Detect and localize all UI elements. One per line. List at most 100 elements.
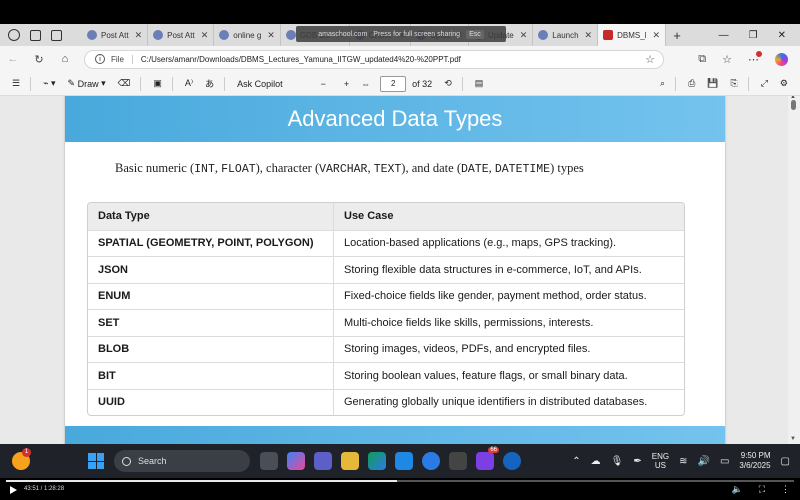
read-aloud-icon[interactable]: A⁾	[185, 78, 193, 89]
maximize-icon[interactable]: ❐	[749, 30, 758, 41]
fit-page-icon[interactable]: ⇔	[361, 79, 370, 89]
close-window-icon[interactable]: ✕	[778, 30, 786, 41]
copilot-app-icon[interactable]	[287, 452, 305, 470]
tab-favicon-icon	[538, 30, 549, 40]
toolbar-divider	[675, 76, 677, 91]
app-icon[interactable]: 66	[476, 447, 499, 470]
text-box-icon[interactable]: ▣	[153, 78, 162, 89]
fullscreen-icon[interactable]: ⛶	[759, 484, 765, 495]
home-icon[interactable]: ⌂	[52, 53, 78, 65]
volume-icon[interactable]: 🔈	[731, 484, 742, 495]
info-icon[interactable]: i	[95, 54, 105, 64]
taskbar-apps: 66	[260, 447, 521, 470]
tab-actions-icon[interactable]	[51, 29, 62, 41]
app-icon[interactable]	[503, 452, 521, 470]
print-icon[interactable]: ⎙	[688, 78, 695, 89]
browser-tab[interactable]: online g ✕	[214, 24, 281, 46]
notifications-icon[interactable]: ▢	[781, 456, 790, 467]
tab-close-icon[interactable]: ✕	[520, 30, 528, 41]
app-icon[interactable]	[449, 452, 467, 470]
save-as-icon[interactable]: ⎘	[731, 78, 738, 89]
subtitle-code: TEXT	[373, 163, 402, 176]
battery-icon[interactable]: ▭	[720, 456, 729, 467]
tab-label: Post Att	[167, 30, 195, 40]
search-icon[interactable]: ⌕	[660, 78, 665, 89]
fullscreen-icon[interactable]: ⤢	[761, 78, 768, 89]
video-progress-bar[interactable]	[6, 480, 794, 482]
table-row: BLOB Storing images, videos, PDFs, and en…	[88, 335, 684, 362]
tab-close-icon[interactable]: ✕	[201, 30, 209, 41]
screen-share-overlay: amaschool.com Press for full screen shar…	[296, 26, 506, 42]
teams-icon[interactable]	[314, 452, 332, 470]
tab-close-icon[interactable]: ✕	[267, 30, 275, 41]
data-type-cell: BIT	[88, 363, 334, 389]
pen-icon[interactable]: ✒	[633, 456, 641, 467]
zoom-in-button[interactable]: +	[344, 79, 349, 89]
highlight-icon[interactable]: ⌁ ▾	[43, 78, 55, 89]
clock[interactable]: 9:50 PM 3/6/2025	[739, 451, 770, 471]
toolbar-divider	[140, 76, 142, 91]
taskbar-search[interactable]: Search	[114, 450, 250, 472]
more-options-icon[interactable]: ⋮	[781, 484, 790, 495]
more-menu-icon[interactable]: ⋯	[748, 50, 762, 66]
volume-icon[interactable]: 🔊	[698, 456, 710, 467]
use-case-cell: Storing images, videos, PDFs, and encryp…	[344, 343, 591, 356]
tab-label: online g	[233, 30, 262, 40]
video-progress-fill	[6, 480, 397, 482]
wifi-icon[interactable]: ≋	[679, 456, 687, 467]
refresh-icon[interactable]: ↻	[26, 53, 52, 66]
back-icon[interactable]: ←	[0, 53, 26, 65]
settings-gear-icon[interactable]: ⚙	[780, 78, 788, 89]
language-indicator[interactable]: ENG US	[652, 452, 669, 470]
play-icon[interactable]	[10, 486, 17, 494]
app-icon[interactable]	[422, 452, 440, 470]
eraser-icon[interactable]: ⌫	[118, 78, 131, 89]
url-text[interactable]: C:/Users/amanr/Downloads/DBMS_Lectures_Y…	[141, 55, 461, 64]
scroll-down-icon[interactable]: ▼	[790, 436, 796, 442]
microphone-icon[interactable]: 🎙	[611, 456, 624, 467]
profile-icon[interactable]	[8, 29, 20, 41]
ask-copilot-button[interactable]: Ask Copilot	[237, 79, 283, 89]
copilot-icon[interactable]	[775, 52, 788, 66]
use-case-cell: Generating globally unique identifiers i…	[344, 396, 648, 409]
draw-button[interactable]: ✎ Draw ▾	[68, 78, 106, 89]
edge-icon[interactable]	[368, 452, 386, 470]
scrollbar-thumb[interactable]	[791, 100, 796, 110]
address-bar[interactable]: i File C:/Users/amanr/Downloads/DBMS_Lec…	[84, 49, 664, 69]
contents-icon[interactable]: ☰	[12, 78, 20, 89]
new-tab-button[interactable]: +	[666, 28, 688, 43]
task-view-icon[interactable]	[260, 452, 278, 470]
extensions-icon[interactable]: ⧉	[698, 53, 706, 66]
vertical-scrollbar[interactable]: ▲ ▼	[788, 96, 800, 444]
rotate-icon[interactable]: ⟲	[444, 78, 452, 89]
top-black-bar	[0, 0, 800, 24]
browser-tab[interactable]: Post Att ✕	[82, 24, 149, 46]
tab-close-icon[interactable]: ✕	[585, 30, 593, 41]
browser-tab[interactable]: DBMS_l ✕	[598, 24, 666, 46]
store-icon[interactable]	[395, 452, 413, 470]
windows-start-icon[interactable]	[88, 453, 104, 469]
pdf-viewer[interactable]: Advanced Data Types Basic numeric (INT, …	[0, 96, 800, 444]
player-controls: 🔈 ⛶ ⋮	[731, 484, 790, 495]
weather-widget[interactable]: 1	[0, 444, 80, 478]
cloud-icon[interactable]: ☁	[591, 456, 601, 467]
lang-line2: US	[654, 461, 666, 470]
esc-key-badge[interactable]: Esc	[466, 29, 484, 39]
save-icon[interactable]: 💾	[707, 78, 718, 89]
workspaces-icon[interactable]	[30, 29, 41, 41]
tab-close-icon[interactable]: ✕	[135, 30, 143, 41]
browser-tab[interactable]: Post Att ✕	[148, 24, 215, 46]
translate-icon[interactable]: あ	[205, 77, 214, 90]
page-view-icon[interactable]: ▤	[475, 78, 484, 89]
minimize-icon[interactable]: —	[719, 30, 729, 41]
table-header-row: Data Type Use Case	[88, 203, 684, 230]
file-explorer-icon[interactable]	[341, 452, 359, 470]
chevron-up-icon[interactable]: ⌃	[572, 456, 580, 467]
browser-tab[interactable]: Launch ✕	[533, 24, 599, 46]
tab-close-icon[interactable]: ✕	[652, 30, 660, 41]
slide-title: Advanced Data Types	[65, 96, 725, 142]
zoom-out-button[interactable]: −	[321, 79, 326, 89]
favorite-star-icon[interactable]: ☆	[645, 53, 655, 66]
page-number-input[interactable]: 2	[380, 75, 407, 92]
favorites-icon[interactable]: ☆	[722, 53, 732, 66]
